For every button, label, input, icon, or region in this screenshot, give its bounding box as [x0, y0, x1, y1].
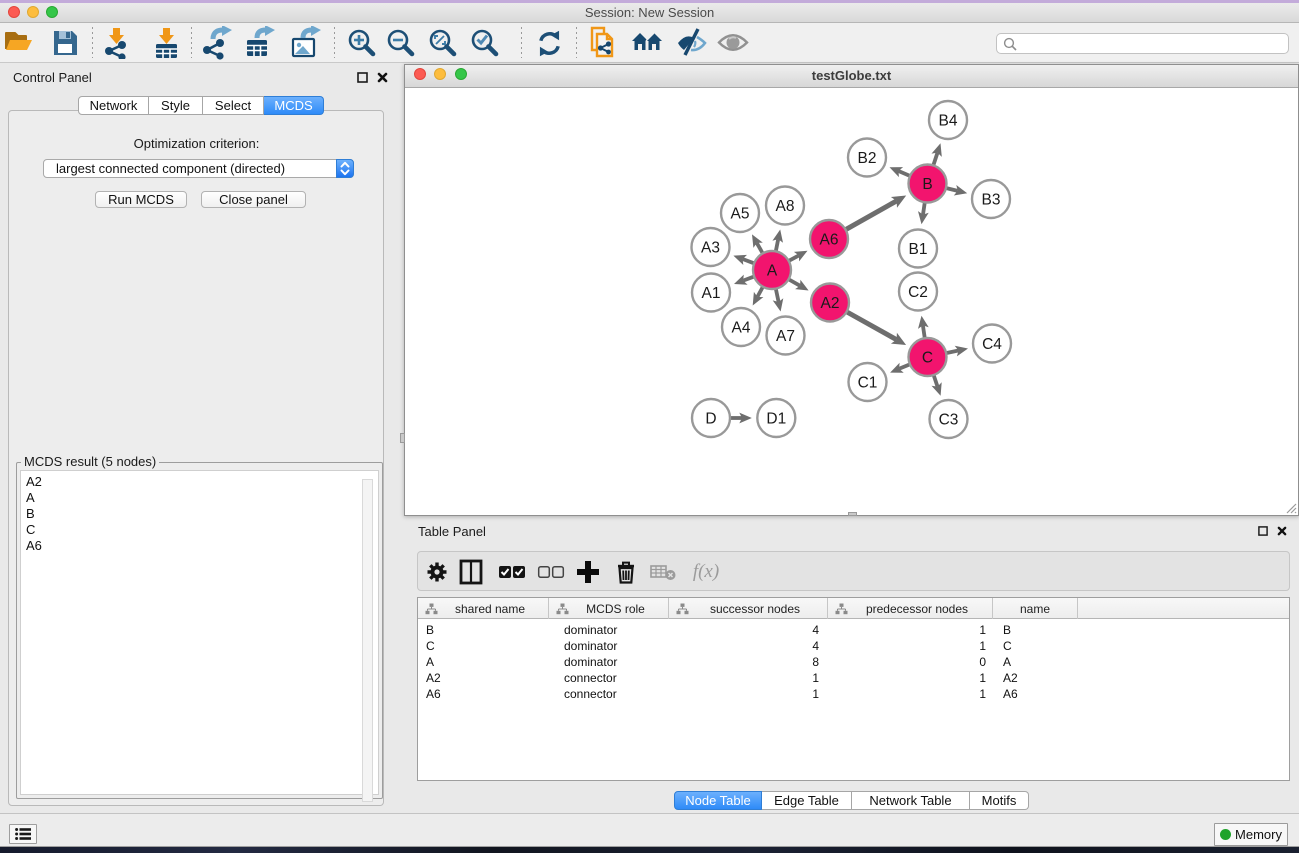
svg-text:C: C	[922, 350, 933, 367]
svg-text:C2: C2	[908, 284, 928, 301]
svg-text:D: D	[705, 411, 716, 428]
svg-text:B2: B2	[858, 150, 877, 167]
svg-text:A5: A5	[731, 206, 750, 223]
svg-text:B4: B4	[939, 113, 958, 130]
svg-text:A6: A6	[820, 232, 839, 249]
svg-text:A: A	[767, 263, 778, 280]
svg-text:C3: C3	[939, 412, 959, 429]
svg-text:A3: A3	[701, 240, 720, 257]
svg-text:B3: B3	[982, 192, 1001, 209]
svg-text:C1: C1	[858, 375, 878, 392]
svg-text:C4: C4	[982, 336, 1002, 353]
svg-text:B1: B1	[909, 241, 928, 258]
svg-text:A1: A1	[702, 285, 721, 302]
svg-text:A8: A8	[776, 198, 795, 215]
svg-text:A7: A7	[776, 328, 795, 345]
svg-text:D1: D1	[766, 411, 786, 428]
svg-text:B: B	[922, 176, 932, 193]
svg-text:A4: A4	[732, 320, 751, 337]
svg-text:A2: A2	[821, 295, 840, 312]
